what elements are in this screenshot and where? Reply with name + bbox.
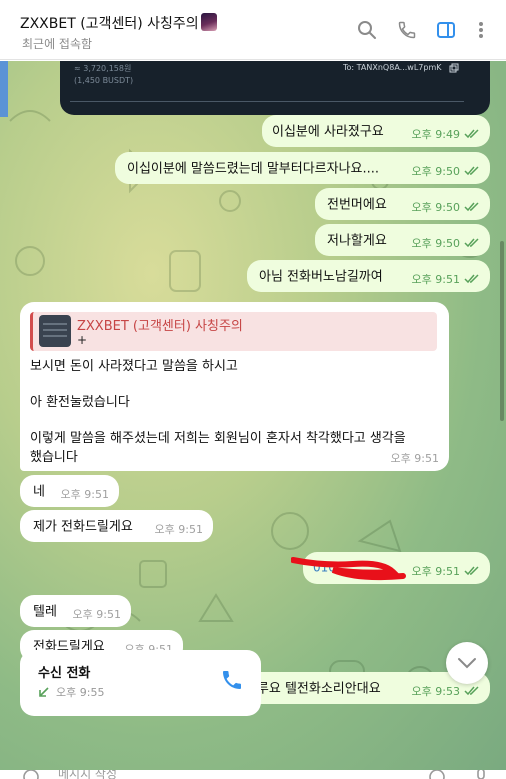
- message-text: 네: [33, 484, 45, 500]
- outgoing-message[interactable]: 아님 전화버노남길까여 오후 9:51: [247, 260, 490, 292]
- incoming-message[interactable]: 텔레 오후 9:51: [20, 595, 131, 627]
- message-time: 오후 9:49: [411, 128, 460, 141]
- message-text: 이십분에 사라졌구요: [272, 124, 384, 140]
- message-input[interactable]: 메시지 작성: [58, 770, 117, 779]
- reply-thumbnail: [39, 315, 71, 347]
- call-back-phone-icon[interactable]: [220, 668, 244, 692]
- phone-call-icon[interactable]: [395, 18, 419, 42]
- scroll-down-button[interactable]: [446, 642, 488, 684]
- incoming-message[interactable]: 제가 전화드릴게요 오후 9:51: [20, 510, 213, 542]
- message-text: 제가 전화드릴게요: [33, 519, 133, 535]
- outgoing-message[interactable]: 이십이분에 말씀드렸는데 말부터다르자나요.... 오후 9:50: [115, 152, 490, 184]
- reply-sender-name: ZXXBET (고객센터) 사칭주의: [77, 319, 243, 334]
- chat-title[interactable]: ZXXBET (고객센터) 사칭주의: [20, 13, 217, 33]
- emoji-icon[interactable]: [22, 770, 40, 779]
- message-time: 오후 9:53: [411, 685, 460, 698]
- message-text: 텔레: [33, 604, 57, 620]
- incoming-reply-message[interactable]: ZXXBET (고객센터) 사칭주의 + 보시면 돈이 사라졌다고 말씀을 하시…: [20, 302, 449, 471]
- card-amount-usdt: (1,450 BUSDT): [74, 76, 134, 85]
- scrollbar[interactable]: [500, 241, 504, 421]
- outgoing-phone-message[interactable]: 010 오후 9:51: [291, 552, 490, 584]
- card-recipient-address: To: TANXnQ8A...wL7pmK: [343, 63, 442, 72]
- incoming-call-card[interactable]: 수신 전화 오후 9:55: [20, 650, 261, 716]
- message-text: 아님 전화버노남길까여: [259, 269, 383, 285]
- reply-preview[interactable]: ZXXBET (고객센터) 사칭주의 +: [30, 312, 437, 351]
- chat-header: ZXXBET (고객센터) 사칭주의 최근에 접속함: [0, 0, 506, 60]
- double-check-icon: [464, 566, 479, 576]
- sticker-icon[interactable]: [428, 770, 446, 779]
- outgoing-message[interactable]: 전번머에요 오후 9:50: [315, 188, 490, 220]
- double-check-icon: [464, 166, 479, 176]
- call-time: 오후 9:55: [56, 686, 105, 699]
- search-icon[interactable]: [355, 18, 379, 42]
- outgoing-message[interactable]: 전화루요 텔전화소리안대요 오후 9:53: [222, 672, 490, 704]
- double-check-icon: [464, 202, 479, 212]
- sidebar-toggle-icon[interactable]: [434, 18, 458, 42]
- more-menu-icon[interactable]: [469, 18, 493, 42]
- incoming-message[interactable]: 네 오후 9:51: [20, 475, 119, 507]
- chat-status: 최근에 접속함: [22, 37, 93, 51]
- double-check-icon: [464, 686, 479, 696]
- message-time: 오후 9:51: [72, 608, 121, 621]
- outgoing-message[interactable]: 이십분에 사라졌구요 오후 9:49: [262, 115, 490, 147]
- call-title: 수신 전화: [38, 666, 91, 681]
- message-time: 오후 9:51: [60, 488, 109, 501]
- message-time: 오후 9:51: [390, 452, 439, 465]
- composer-bar: 메시지 작성: [0, 770, 506, 779]
- microphone-icon[interactable]: [474, 770, 488, 779]
- profile-emoji-icon: [200, 13, 217, 31]
- card-amount-krw: ≈ 3,720,158원: [74, 64, 132, 73]
- message-time: 오후 9:50: [411, 237, 460, 250]
- scroll-edge-indicator: [0, 61, 8, 117]
- message-time: 오후 9:51: [411, 273, 460, 286]
- copy-icon[interactable]: [449, 63, 459, 73]
- redaction-scribble: [291, 557, 406, 581]
- card-divider: [70, 101, 464, 102]
- message-text: 이십이분에 말씀드렸는데 말부터다르자나요....: [127, 161, 380, 177]
- message-line: 이렇게 말씀을 해주셨는데 저희는 회원님이 혼자서 착각했다고 생각을: [30, 431, 406, 446]
- chat-title-text: ZXXBET (고객센터) 사칭주의: [20, 16, 199, 32]
- message-time: 오후 9:50: [411, 165, 460, 178]
- message-time: 오후 9:51: [154, 523, 203, 536]
- message-time: 오후 9:50: [411, 201, 460, 214]
- double-check-icon: [464, 129, 479, 139]
- reply-text: +: [77, 333, 88, 347]
- double-check-icon: [464, 238, 479, 248]
- outgoing-message[interactable]: 저나할게요 오후 9:50: [315, 224, 490, 256]
- message-line: 보시면 돈이 사라졌다고 말씀을 하시고: [30, 359, 238, 374]
- message-line: 했습니다: [30, 450, 78, 465]
- chevron-down-icon: [458, 658, 476, 669]
- message-text: 저나할게요: [327, 233, 387, 249]
- message-time: 오후 9:51: [411, 565, 460, 578]
- message-text: 전번머에요: [327, 197, 387, 213]
- transaction-card: ≈ 3,720,158원 (1,450 BUSDT) To: TANXnQ8A.…: [60, 61, 490, 115]
- double-check-icon: [464, 274, 479, 284]
- message-line: 아 환전눌렀습니다: [30, 395, 130, 410]
- incoming-arrow-icon: [39, 687, 49, 697]
